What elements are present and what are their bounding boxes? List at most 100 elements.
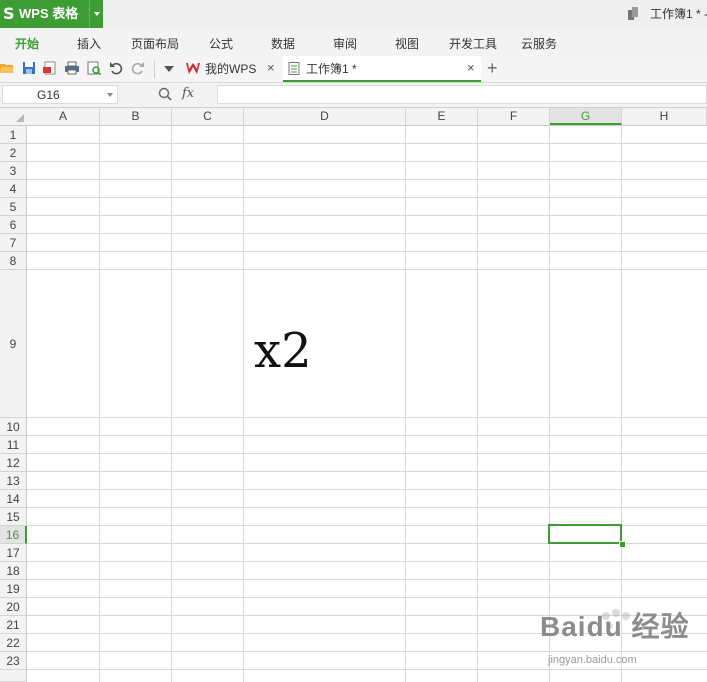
title-bar: S WPS 表格 工作簿1 * -	[0, 0, 707, 28]
grid-line	[27, 269, 707, 270]
wps-logo-icon	[186, 63, 200, 74]
grid-line	[27, 579, 707, 580]
grid-line	[27, 215, 707, 216]
row-header-1[interactable]: 1	[0, 126, 27, 144]
grid-line	[27, 597, 707, 598]
watermark-url: jingyan.baidu.com	[548, 654, 637, 666]
row-header-3[interactable]: 3	[0, 162, 27, 180]
insert-function-icon[interactable]: fx	[182, 86, 194, 102]
row-header-8[interactable]: 8	[0, 252, 27, 270]
row-header-13[interactable]: 13	[0, 472, 27, 490]
tab-label: 我的WPS	[205, 62, 257, 76]
print-preview-icon[interactable]	[87, 61, 101, 75]
menu-cloud-service[interactable]: 云服务	[521, 37, 557, 51]
select-all-corner[interactable]	[0, 108, 27, 125]
row-header-6[interactable]: 6	[0, 216, 27, 234]
cell-d9[interactable]: x2	[254, 323, 312, 379]
workbook-icon	[628, 7, 638, 20]
tab-my-wps[interactable]: 我的WPS ×	[178, 56, 282, 82]
row-header-14[interactable]: 14	[0, 490, 27, 508]
open-folder-icon[interactable]	[0, 61, 14, 75]
new-tab-plus-icon[interactable]: +	[487, 59, 498, 77]
grid-line	[243, 125, 244, 682]
export-pdf-icon[interactable]	[43, 61, 57, 75]
wps-s-logo-icon: S	[3, 4, 15, 23]
dropdown-arrow-icon[interactable]	[162, 61, 176, 75]
grid-line	[621, 125, 622, 682]
app-menu-dropdown-icon[interactable]	[89, 0, 104, 28]
row-header-16[interactable]: 16	[0, 526, 27, 544]
row-header-7[interactable]: 7	[0, 234, 27, 252]
row-header-18[interactable]: 18	[0, 562, 27, 580]
close-icon[interactable]: ×	[267, 61, 275, 75]
menu-review[interactable]: 审阅	[333, 37, 357, 51]
spreadsheet-grid[interactable]	[0, 108, 707, 682]
row-header-24-partial[interactable]	[0, 670, 27, 682]
chevron-down-icon[interactable]	[107, 93, 113, 97]
column-header-f[interactable]: F	[478, 108, 550, 125]
print-icon[interactable]	[65, 61, 79, 75]
name-box[interactable]: G16	[2, 85, 118, 104]
column-header-h[interactable]: H	[622, 108, 707, 125]
zoom-icon[interactable]	[158, 87, 172, 101]
row-header-21[interactable]: 21	[0, 616, 27, 634]
grid-line	[27, 507, 707, 508]
app-name: WPS 表格	[19, 6, 79, 21]
column-header-a[interactable]: A	[27, 108, 100, 125]
save-icon[interactable]	[22, 61, 36, 75]
column-header-g[interactable]: G	[550, 108, 622, 125]
menu-view[interactable]: 视图	[395, 37, 419, 51]
tab-label: 工作簿1 *	[306, 62, 357, 76]
grid-line	[27, 251, 707, 252]
column-header-b[interactable]: B	[100, 108, 172, 125]
grid-line	[27, 417, 707, 418]
row-header-11[interactable]: 11	[0, 436, 27, 454]
menu-home[interactable]: 开始	[15, 37, 39, 51]
row-header-20[interactable]: 20	[0, 598, 27, 616]
formula-bar: G16 fx	[0, 83, 707, 108]
grid-line	[99, 125, 100, 682]
spreadsheet-doc-icon	[288, 62, 300, 75]
row-header-2[interactable]: 2	[0, 144, 27, 162]
menu-developer[interactable]: 开发工具	[449, 37, 497, 51]
column-header-d[interactable]: D	[244, 108, 406, 125]
row-header-12[interactable]: 12	[0, 454, 27, 472]
row-header-22[interactable]: 22	[0, 634, 27, 652]
row-header-5[interactable]: 5	[0, 198, 27, 216]
undo-icon[interactable]	[109, 61, 123, 75]
grid-line	[27, 197, 707, 198]
grid-line	[27, 435, 707, 436]
row-header-19[interactable]: 19	[0, 580, 27, 598]
column-header-e[interactable]: E	[406, 108, 478, 125]
grid-line	[27, 489, 707, 490]
row-header-10[interactable]: 10	[0, 418, 27, 436]
close-icon[interactable]: ×	[467, 61, 475, 75]
tab-workbook1[interactable]: 工作簿1 * ×	[283, 56, 481, 82]
grid-line	[27, 179, 707, 180]
grid-line	[27, 143, 707, 144]
menu-data[interactable]: 数据	[271, 37, 295, 51]
row-header-23[interactable]: 23	[0, 652, 27, 670]
menu-formulas[interactable]: 公式	[209, 37, 233, 51]
column-header-c[interactable]: C	[172, 108, 244, 125]
row-header-4[interactable]: 4	[0, 180, 27, 198]
app-menu-button[interactable]: S WPS 表格	[0, 0, 103, 28]
grid-line	[27, 453, 707, 454]
redo-icon[interactable]	[131, 61, 145, 75]
grid-line	[27, 471, 707, 472]
menu-insert[interactable]: 插入	[77, 37, 101, 51]
formula-input[interactable]	[217, 85, 707, 104]
menu-bar: 开始 插入 页面布局 公式 数据 审阅 视图 开发工具 云服务	[0, 28, 707, 57]
name-box-value: G16	[37, 88, 60, 102]
fill-handle[interactable]	[619, 541, 626, 548]
window-title: 工作簿1 * -	[650, 7, 707, 21]
row-header-9[interactable]: 9	[0, 270, 27, 418]
grid-line	[549, 125, 550, 682]
column-header-bar: A B C D E F G H	[0, 108, 707, 126]
watermark-text: Baidu 经验	[540, 611, 690, 642]
grid-line	[405, 125, 406, 682]
row-header-17[interactable]: 17	[0, 544, 27, 562]
row-header-15[interactable]: 15	[0, 508, 27, 526]
active-cell-g16[interactable]	[548, 524, 622, 544]
menu-page-layout[interactable]: 页面布局	[131, 37, 179, 51]
